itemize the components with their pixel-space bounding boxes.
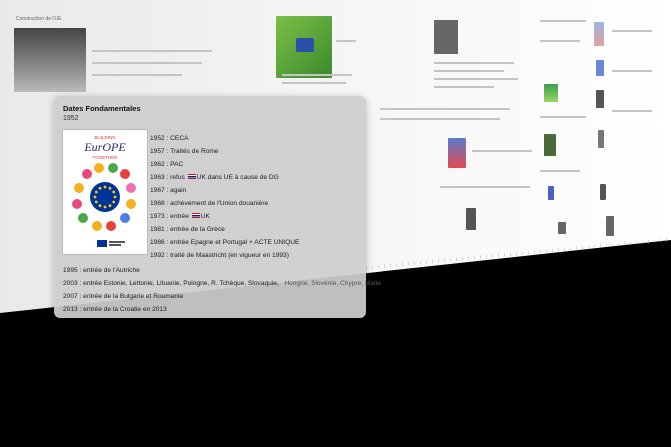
canvas-photo[interactable] <box>598 130 604 148</box>
canvas-text-line <box>434 86 494 88</box>
canvas-text-line <box>472 150 532 152</box>
timeline-entry-1981: 1981 : entrée de la Grèce <box>150 226 225 233</box>
canvas-text-line <box>540 40 580 42</box>
canvas-photo[interactable] <box>606 216 614 236</box>
canvas-portrait[interactable] <box>558 222 566 234</box>
timeline-entry-1967: 1967 : again <box>150 187 187 194</box>
canvas-text-line <box>540 116 586 118</box>
uk-flag-icon <box>187 174 196 179</box>
canvas-text-line <box>282 74 352 76</box>
canvas-text-line <box>434 70 504 72</box>
canvas-text-line <box>282 82 346 84</box>
canvas-text-line <box>612 30 652 32</box>
timeline-list-continued: 1995 : entrée de l'Autriche 2003 : entré… <box>63 264 381 316</box>
timeline-entry-1962: 1962 : PAC <box>150 161 184 168</box>
canvas-photo[interactable] <box>594 22 604 46</box>
canvas-text-line <box>336 40 356 42</box>
canvas-portrait[interactable] <box>466 208 476 230</box>
timeline-entry-1968: 1968 : achèvement de l'Union douanière <box>150 200 269 207</box>
canvas-text-line <box>612 70 652 72</box>
card-subtitle: 1952 <box>63 115 79 122</box>
canvas-text-line <box>440 186 530 188</box>
building-europe-together-poster[interactable]: BUILDING EurOPE TOGETHER <box>63 130 147 254</box>
canvas-text-line <box>92 74 182 76</box>
timeline-entry-1952: 1952 : CECA <box>150 135 189 142</box>
canvas-text-line <box>92 62 202 64</box>
timeline-entry-1992: 1992 : traité de Maastricht (en vigueur … <box>150 252 289 259</box>
canvas-photo[interactable] <box>548 186 554 200</box>
timeline-entry-1957: 1957 : Traités de Rome <box>150 148 219 155</box>
canvas-photo[interactable] <box>544 134 556 156</box>
canvas-eu-field-photo[interactable] <box>276 16 332 78</box>
canvas-text-line <box>612 110 652 112</box>
timeline-entry-1963: 1963 : refus UK dans UE à cause de DG <box>150 174 279 181</box>
canvas-text-line <box>380 118 500 120</box>
poster-artwork: BUILDING EurOPE TOGETHER <box>72 135 136 247</box>
timeline-entry-2007: 2007 : entrée de la Bulgarie et Roumanie <box>63 293 184 300</box>
canvas-text-line <box>434 62 514 64</box>
uk-flag-icon <box>191 213 200 218</box>
timeline-entry-1995: 1995 : entrée de l'Autriche <box>63 267 140 274</box>
canvas-heading: Construction de l'UE <box>16 16 62 22</box>
svg-text:EurOPE: EurOPE <box>83 140 126 154</box>
timeline-entry-1973: 1973 : entrée UK <box>150 213 210 220</box>
canvas-map-thumbnail[interactable] <box>544 84 558 102</box>
canvas-photo[interactable] <box>14 28 86 92</box>
timeline-entry-2013: 2013 : entrée de la Croatie en 2013 <box>63 306 167 313</box>
card-title: Dates Fondamentales <box>63 104 141 113</box>
timeline-entry-2003: 2003 : entrée Estonie, Lettonie, Lituani… <box>63 280 382 287</box>
timeline-entry-1986: 1986 : entrée Epagne et Portugal + ACTE … <box>150 239 300 246</box>
canvas-text-line <box>540 170 580 172</box>
eu-flag-icon <box>97 240 107 247</box>
canvas-text-line <box>380 108 510 110</box>
canvas-map-thumbnail[interactable] <box>448 138 466 168</box>
canvas-text-line <box>540 20 586 22</box>
canvas-photo[interactable] <box>596 60 604 76</box>
canvas-photo[interactable] <box>596 90 604 108</box>
canvas-text-line <box>434 78 518 80</box>
svg-text:TOGETHER: TOGETHER <box>93 155 119 160</box>
canvas-photo[interactable] <box>434 20 458 54</box>
canvas-text-line <box>92 50 212 52</box>
timeline-list: 1952 : CECA 1957 : Traités de Rome 1962 … <box>150 132 299 262</box>
canvas-photo[interactable] <box>600 184 606 200</box>
dates-fondamentales-card[interactable]: Dates Fondamentales 1952 BUILDING EurOPE… <box>54 96 381 318</box>
